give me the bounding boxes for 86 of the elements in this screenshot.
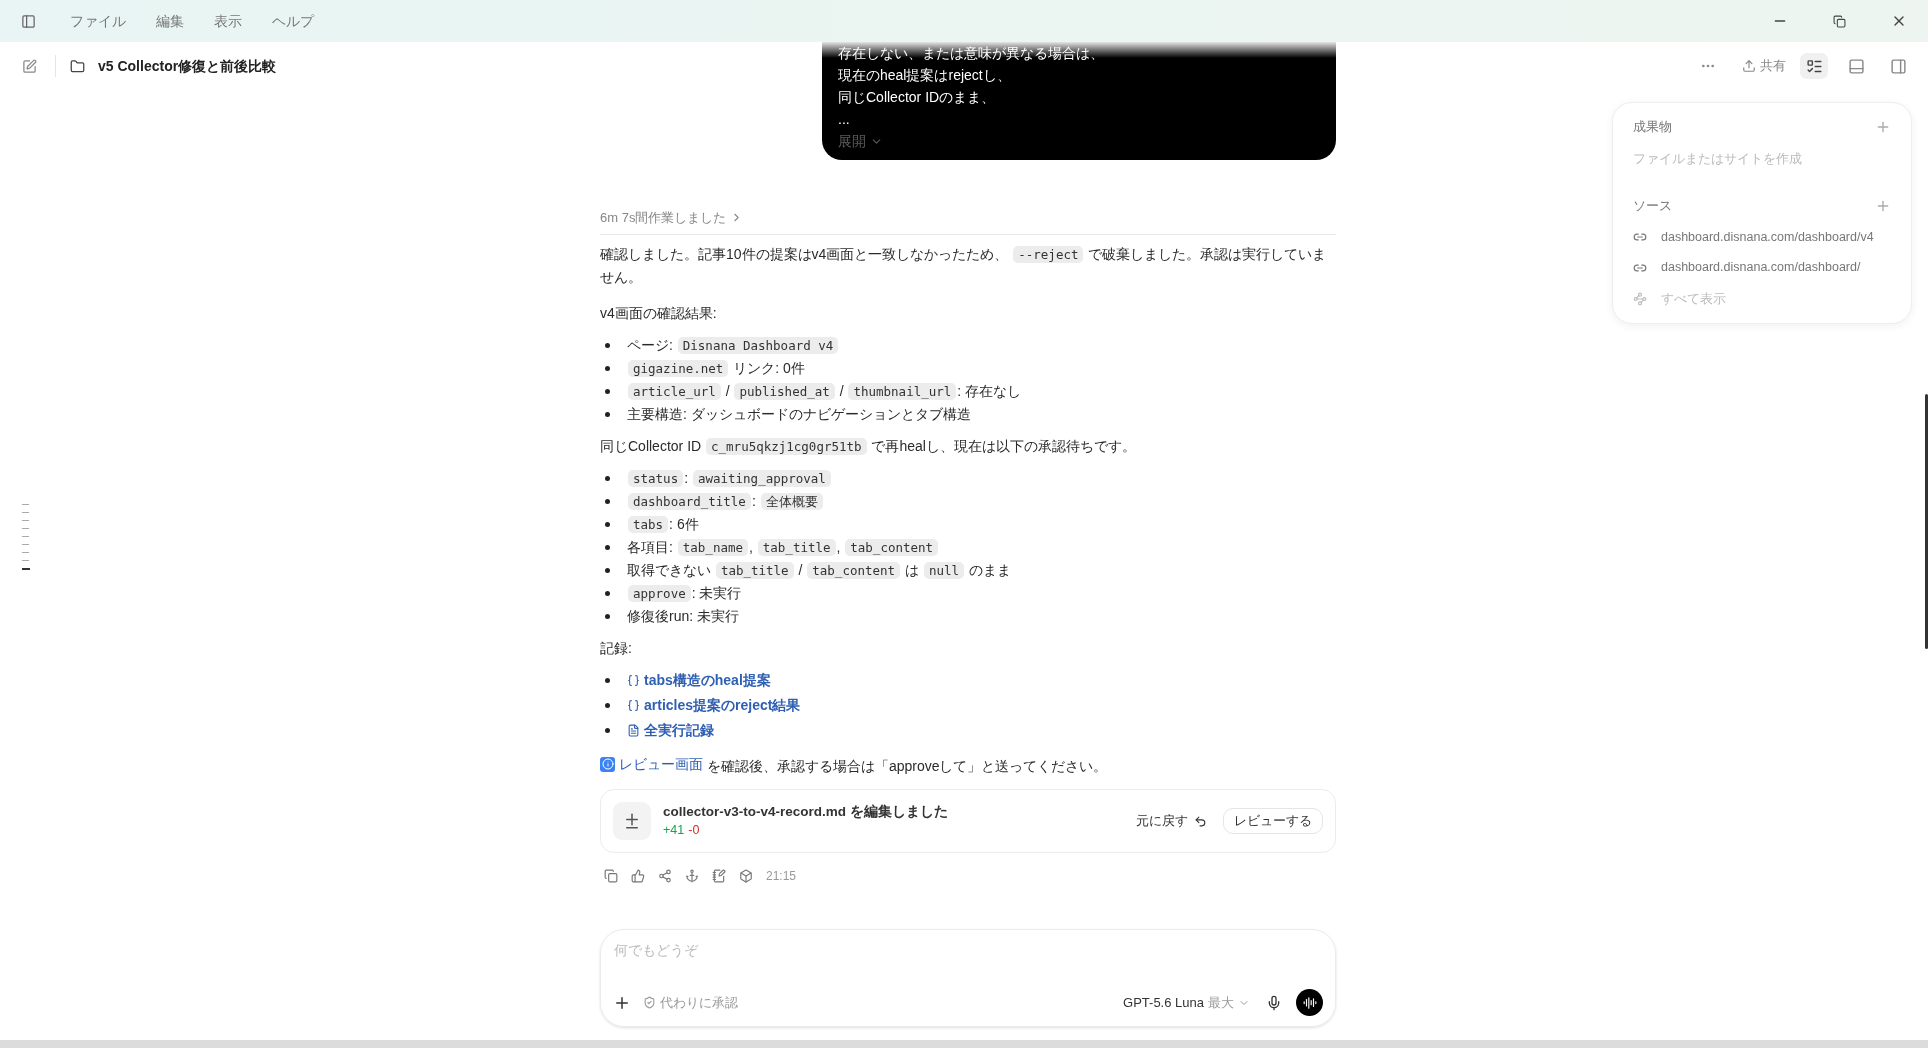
record-link[interactable]: articles提案のreject結果 [627,693,801,717]
message-input[interactable]: 何でもどうぞ [613,940,1323,961]
approval-button[interactable]: 代わりに承認 [643,992,738,1013]
bullet [605,544,610,550]
prompt-line: 存在しない、または意味が異なる場合は、 [838,44,1104,63]
list-icon [1805,57,1823,75]
expand-button[interactable]: 展開 [838,130,883,152]
share-icon[interactable] [658,869,672,883]
document-icon [627,723,640,737]
bullet [605,342,610,348]
menu-item[interactable]: 表示 [214,10,242,32]
share-button[interactable]: 共有 [1742,56,1786,76]
message-paragraph: レビュー画面 を確認後、承認する場合は「approveして」と送ってください。 [600,752,1336,777]
file-edit-title: collector-v3-to-v4-record.md を編集しました [663,803,948,821]
list-item-text: article_url / published_at / thumbnail_url : 存在なし [627,379,1022,403]
list-item-text: dashboard_title : 全体概要 [627,489,824,513]
cube-icon[interactable] [739,869,753,883]
bullet [605,365,610,371]
bullet [605,567,610,573]
bullet [605,411,610,417]
removed-count: -0 [688,822,700,839]
copy-icon[interactable] [604,869,618,883]
menu-item[interactable]: ファイル [70,10,126,32]
bullet [605,475,610,481]
work-summary[interactable]: 6m 7s間作業しました [600,208,744,228]
audio-wave-icon [1302,995,1317,1010]
bullet [605,498,610,504]
new-chat-icon[interactable] [22,58,37,74]
menu-item[interactable]: ヘルプ [272,10,314,32]
bullet [605,388,610,394]
thread-title: v5 Collector修復と前後比較 [98,56,277,76]
thumbs-icon[interactable] [631,869,645,883]
model-selector[interactable]: GPT-5.6 Luna 最大 [1123,992,1250,1013]
review-button[interactable]: レビューする [1223,808,1323,834]
bullet [605,727,610,733]
list-item-text: approve : 未実行 [627,581,742,605]
upload-icon [1742,59,1756,73]
outline-markers [22,504,30,570]
source-item[interactable]: dashboard.disnana.com/dashboard/v4 [1633,227,1891,247]
message-paragraph: 同じCollector ID c_mru5qkzj1cg0gr51tb で再healし、現在は以下の承認待ちです。 [600,436,1137,457]
review-link[interactable]: レビュー画面 [600,752,703,776]
info-icon [600,756,615,772]
braces-icon [627,698,640,712]
list-item-text: 各項目: tab_name , tab_title , tab_content [627,535,940,559]
panel-toggle[interactable] [1800,53,1828,79]
braces-icon [627,673,640,687]
prompt-line: 同じCollector IDのまま、 [838,88,996,107]
panel-right-icon [1889,57,1907,75]
message-time: 21:15 [766,868,797,885]
list-item-text: 修復後run: 未実行 [627,606,739,626]
prompt-line: 現在のheal提案はrejectし、 [838,66,1011,85]
bullet [605,677,610,683]
panel-bottom-icon [1847,57,1865,75]
undo-button[interactable]: 元に戻す [1136,811,1207,831]
record-link[interactable]: tabs構造のheal提案 [627,668,771,692]
voice-button[interactable] [1296,989,1323,1016]
menu-item[interactable]: 編集 [156,10,184,32]
source-item[interactable]: dashboard.disnana.com/dashboard/ [1633,258,1891,277]
bullet [605,590,610,596]
message-paragraph: 確認しました。記事10件の提案はv4画面と一致しなかったため、 --reject で破棄しました。承認は実行していません。 [600,244,1328,287]
message-paragraph: v4画面の確認結果: [600,303,718,323]
list-item-text: 取得できない tab_title / tab_content は null のまま [627,560,1011,581]
diff-icon [623,812,641,830]
bullet [605,613,610,619]
scrollbar[interactable] [1925,394,1928,649]
bullet [605,702,610,708]
added-count: +41 [663,822,685,839]
list-item-text: gigazine.net リンク: 0件 [627,356,805,380]
bullet [605,521,610,527]
mic-icon[interactable] [1266,994,1282,1011]
record-link[interactable]: 全実行記録 [627,718,714,742]
section-title: 成果物 [1633,118,1672,136]
list-item-text: tabs : 6件 [627,512,699,536]
nodes-icon [1633,291,1647,306]
list-item-text: 主要構造: ダッシュボードのナビゲーションとタブ構造 [627,404,971,424]
sidebar-toggle-icon[interactable] [21,13,36,29]
folder-icon [70,58,85,74]
restore-icon[interactable] [1833,14,1846,28]
empty-hint: ファイルまたはサイトを作成 [1633,149,1802,168]
section-title: ソース [1633,197,1672,215]
note-icon[interactable] [712,869,726,883]
undo-icon [1194,814,1207,828]
prompt-line: ... [838,110,850,129]
anchor-icon[interactable] [685,869,699,883]
message-paragraph: 記録: [600,638,633,658]
shield-icon [643,996,656,1009]
